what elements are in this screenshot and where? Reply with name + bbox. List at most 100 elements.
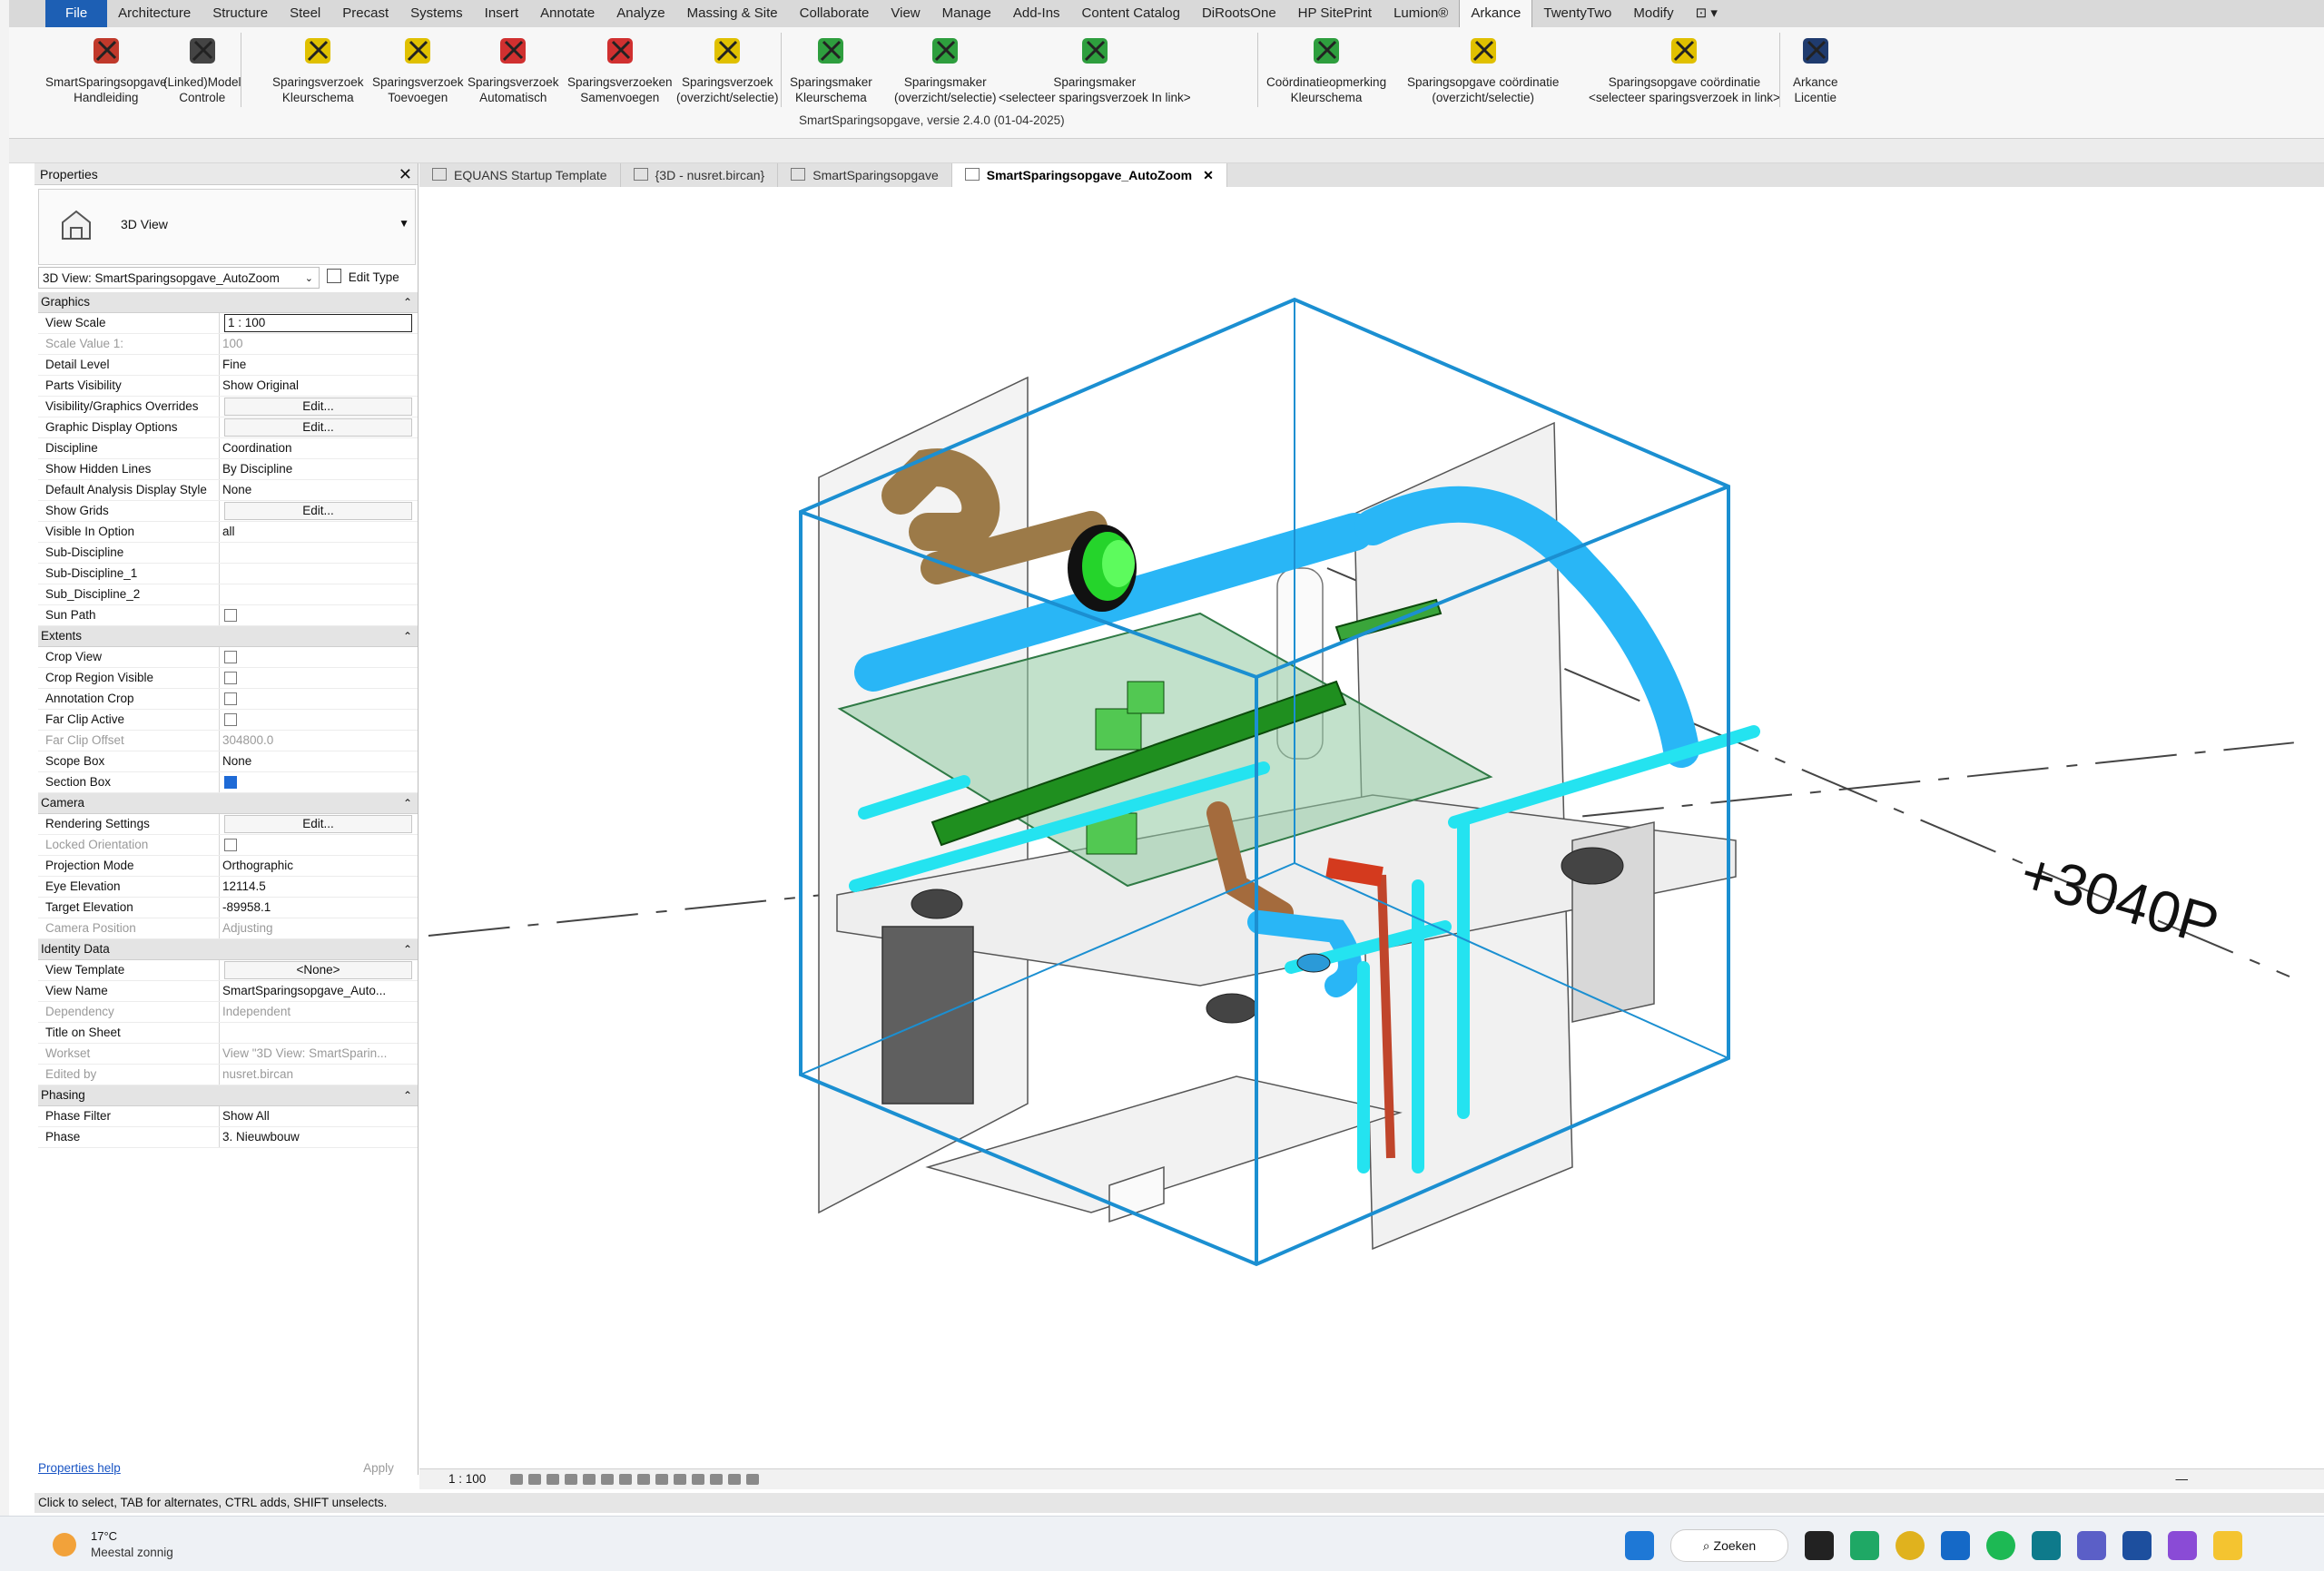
- property-value[interactable]: Fine: [220, 355, 418, 375]
- ribbon-button-9[interactable]: Sparingsmaker <selecteer sparingsverzoek …: [999, 31, 1191, 105]
- property-value[interactable]: None: [220, 480, 418, 500]
- property-checkbox[interactable]: [224, 692, 237, 705]
- ribbon-tab-view[interactable]: View: [880, 0, 931, 27]
- ribbon-tab-insert[interactable]: Insert: [474, 0, 530, 27]
- analytical-model-icon[interactable]: [710, 1474, 723, 1485]
- ribbon-tab-structure[interactable]: Structure: [202, 0, 279, 27]
- shadows-icon[interactable]: [565, 1474, 577, 1485]
- ribbon-tab-hp-siteprint[interactable]: HP SitePrint: [1287, 0, 1383, 27]
- collapse-icon[interactable]: ⌃: [403, 1085, 412, 1105]
- property-group-graphics[interactable]: Graphics ⌃: [38, 292, 418, 313]
- ribbon-button-12[interactable]: Sparingsopgave coördinatie <selecteer spa…: [1589, 31, 1780, 105]
- collapse-icon[interactable]: ⌃: [403, 793, 412, 813]
- view-tab[interactable]: SmartSparingsopgave: [778, 163, 952, 187]
- ribbon-button-1[interactable]: (Linked)Model Controle: [163, 31, 241, 105]
- ribbon-tab-architecture[interactable]: Architecture: [107, 0, 202, 27]
- property-value[interactable]: Show Original: [220, 376, 418, 396]
- property-value[interactable]: Coordination: [220, 438, 418, 458]
- spotify-icon[interactable]: [1986, 1531, 2015, 1560]
- ribbon-button-10[interactable]: Coördinatieopmerking Kleurschema: [1266, 31, 1386, 105]
- reveal-constraints-icon[interactable]: [746, 1474, 759, 1485]
- chevron-down-icon[interactable]: ▼: [399, 217, 409, 230]
- view-tab[interactable]: SmartSparingsopgave_AutoZoom ✕: [951, 163, 1227, 187]
- ribbon-tab-steel[interactable]: Steel: [279, 0, 331, 27]
- crop-region-icon[interactable]: [619, 1474, 632, 1485]
- revit-icon[interactable]: [2122, 1531, 2152, 1560]
- apply-button[interactable]: Apply: [343, 1458, 414, 1478]
- ribbon-button-8[interactable]: Sparingsmaker (overzicht/selectie): [894, 31, 997, 105]
- property-value[interactable]: Orthographic: [220, 856, 418, 876]
- ribbon-tab-lumion[interactable]: Lumion®: [1383, 0, 1459, 27]
- sun-path-icon[interactable]: [547, 1474, 559, 1485]
- property-edit-button[interactable]: Edit...: [224, 502, 412, 520]
- property-value[interactable]: [220, 668, 418, 688]
- chrome-icon[interactable]: [1896, 1531, 1925, 1560]
- property-group-extents[interactable]: Extents ⌃: [38, 626, 418, 647]
- task-view-icon[interactable]: [1805, 1531, 1834, 1560]
- ribbon-button-0[interactable]: SmartSparingsopgave Handleiding: [45, 31, 167, 105]
- ribbon-tab-file[interactable]: File: [45, 0, 108, 27]
- visual-style-icon[interactable]: [528, 1474, 541, 1485]
- ribbon-tab-twentytwo[interactable]: TwentyTwo: [1532, 0, 1622, 27]
- lock-view-icon[interactable]: [637, 1474, 650, 1485]
- ribbon-tab-[interactable]: ⊡ ▾: [1685, 0, 1728, 27]
- property-value[interactable]: all: [220, 522, 418, 542]
- property-value[interactable]: None: [220, 751, 418, 771]
- property-edit-button[interactable]: Edit...: [224, 398, 412, 416]
- visual-studio-icon[interactable]: [2168, 1531, 2197, 1560]
- 3d-model-view[interactable]: +3040P: [419, 187, 2324, 1468]
- windows-start-icon[interactable]: [1625, 1531, 1654, 1560]
- ribbon-button-5[interactable]: Sparingsverzoeken Samenvoegen: [567, 31, 673, 105]
- ribbon-button-11[interactable]: Sparingsopgave coördinatie (overzicht/sel…: [1407, 31, 1559, 105]
- render-icon[interactable]: [583, 1474, 596, 1485]
- ribbon-tab-dirootsone[interactable]: DiRootsOne: [1191, 0, 1287, 27]
- view-scale-input[interactable]: 1 : 100: [224, 314, 412, 332]
- ribbon-tab-collaborate[interactable]: Collaborate: [789, 0, 881, 27]
- reveal-hidden-icon[interactable]: [674, 1474, 686, 1485]
- view-tab[interactable]: EQUANS Startup Template: [419, 163, 621, 187]
- instance-selector[interactable]: 3D View: SmartSparingsopgave_AutoZoom ⌄: [38, 267, 320, 289]
- ribbon-tab-add-ins[interactable]: Add-Ins: [1002, 0, 1071, 27]
- property-value[interactable]: [220, 543, 418, 563]
- ribbon-button-13[interactable]: Arkance Licentie: [1793, 31, 1838, 105]
- property-edit-button[interactable]: <None>: [224, 961, 412, 979]
- edge-icon[interactable]: [1850, 1531, 1879, 1560]
- collapse-icon[interactable]: ⌃: [403, 939, 412, 959]
- property-value[interactable]: 12114.5: [220, 877, 418, 897]
- property-value[interactable]: [220, 689, 418, 709]
- property-group-camera[interactable]: Camera ⌃: [38, 793, 418, 814]
- ribbon-tab-precast[interactable]: Precast: [331, 0, 399, 27]
- property-value[interactable]: Edit...: [220, 501, 418, 521]
- property-value[interactable]: [220, 584, 418, 604]
- property-value[interactable]: [220, 772, 418, 792]
- ribbon-tab-modify[interactable]: Modify: [1622, 0, 1684, 27]
- property-value[interactable]: [220, 647, 418, 667]
- highlight-displacement-icon[interactable]: [728, 1474, 741, 1485]
- property-edit-button[interactable]: Edit...: [224, 418, 412, 437]
- close-icon[interactable]: ✕: [1203, 168, 1214, 182]
- property-checkbox[interactable]: [224, 672, 237, 684]
- collapse-icon[interactable]: ⌃: [403, 292, 412, 312]
- file-explorer-icon[interactable]: [2213, 1531, 2242, 1560]
- property-checkbox[interactable]: [224, 651, 237, 663]
- teams-icon[interactable]: [2077, 1531, 2106, 1560]
- property-value[interactable]: [220, 605, 418, 625]
- type-selector[interactable]: 3D View ▼: [38, 189, 416, 265]
- outlook-icon[interactable]: [1941, 1531, 1970, 1560]
- property-checkbox[interactable]: [224, 609, 237, 622]
- ribbon-button-4[interactable]: Sparingsverzoek Automatisch: [468, 31, 559, 105]
- detail-level-icon[interactable]: [510, 1474, 523, 1485]
- property-value[interactable]: [220, 710, 418, 730]
- property-value[interactable]: Show All: [220, 1106, 418, 1126]
- crop-view-icon[interactable]: [601, 1474, 614, 1485]
- property-value[interactable]: Edit...: [220, 397, 418, 417]
- property-group-identity-data[interactable]: Identity Data ⌃: [38, 939, 418, 960]
- model-canvas[interactable]: +3040P: [419, 187, 2324, 1468]
- worksharing-icon[interactable]: [692, 1474, 704, 1485]
- ribbon-button-2[interactable]: Sparingsverzoek Kleurschema: [272, 31, 364, 105]
- view-tab[interactable]: {3D - nusret.bircan}: [621, 163, 779, 187]
- property-value[interactable]: <None>: [220, 960, 418, 980]
- property-value[interactable]: SmartSparingsopgave_Auto...: [220, 981, 418, 1001]
- property-value[interactable]: Edit...: [220, 417, 418, 437]
- edit-type-button[interactable]: Edit Type: [327, 267, 414, 289]
